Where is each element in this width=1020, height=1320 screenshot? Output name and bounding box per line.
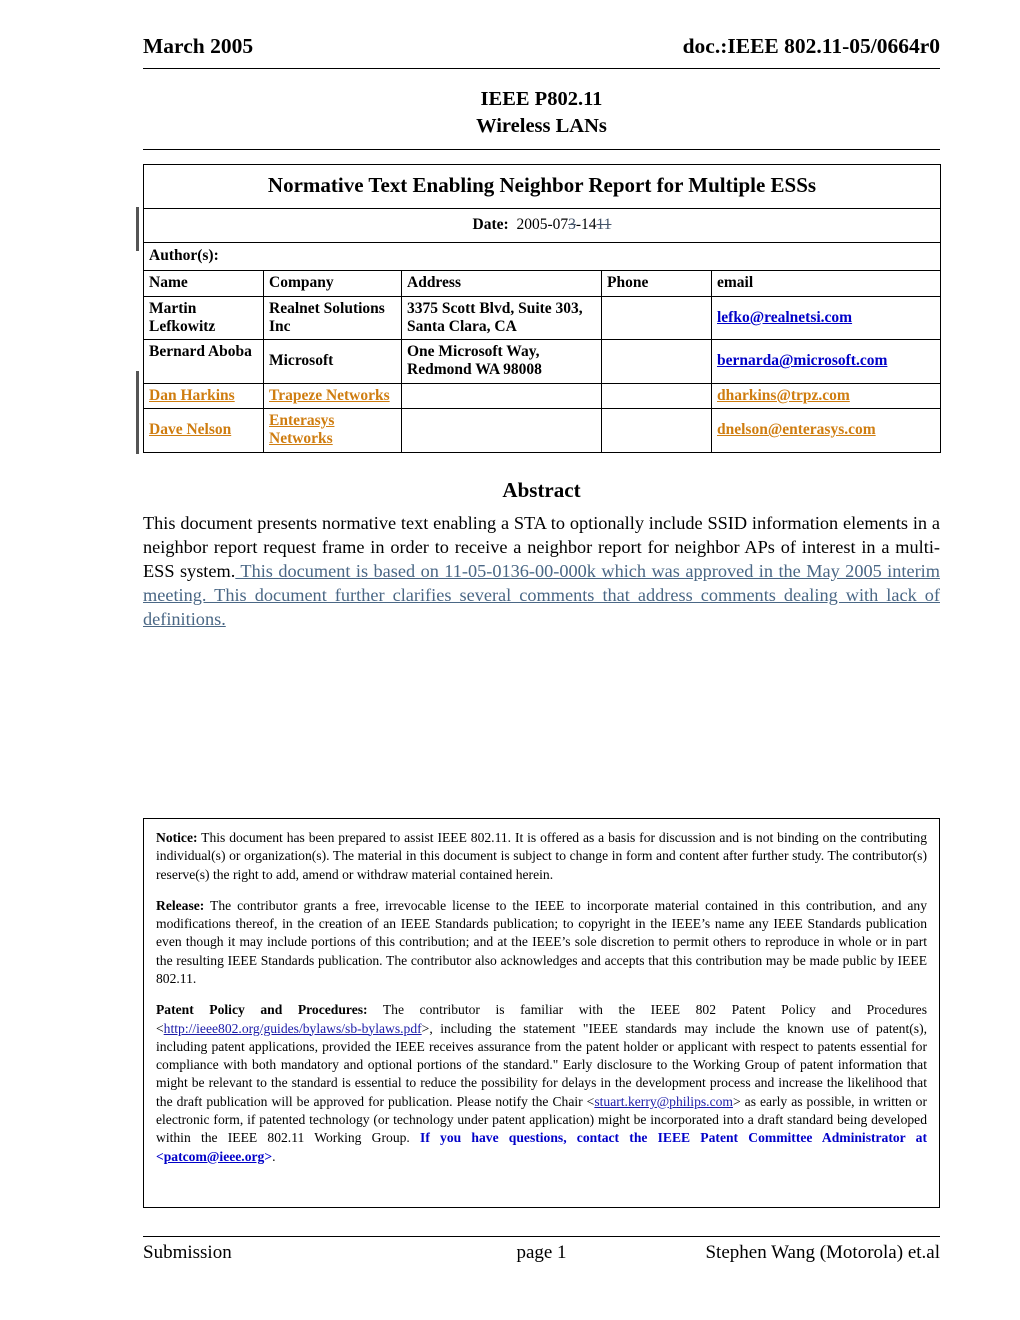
page-title: Normative Text Enabling Neighbor Report …: [142, 164, 942, 209]
date-row: Date: 2005-073-1411: [142, 207, 942, 244]
authors-label: Author(s):: [142, 242, 942, 272]
notice-box: Notice: This document has been prepared …: [143, 818, 940, 1208]
patent-text-part-4: .: [272, 1148, 276, 1164]
running-footer: Submission page 1 Stephen Wang (Motorola…: [143, 1242, 940, 1264]
footer-submission: Submission: [143, 1242, 232, 1263]
author-email-link[interactable]: dharkins@trpz.com: [717, 387, 850, 404]
column-header-company: Company: [263, 270, 402, 297]
author-email-cell: bernarda@microsoft.com: [710, 339, 942, 384]
patent-policy-paragraph: Patent Policy and Procedures: The contri…: [156, 1001, 927, 1166]
column-header-name: Name: [143, 270, 264, 297]
column-header-address: Address: [401, 270, 602, 297]
author-email-link[interactable]: lefko@realnetsi.com: [717, 309, 852, 326]
running-header: March 2005 doc.:IEEE 802.11-05/0664r0: [143, 34, 940, 59]
author-name-inserted: Dave Nelson: [149, 421, 232, 439]
author-company: Realnet Solutions Inc: [263, 295, 402, 341]
date-label: Date:: [472, 215, 509, 233]
standard-divider: [143, 149, 940, 150]
author-address: [401, 382, 602, 410]
patent-policy-label: Patent Policy and Procedures:: [156, 1002, 368, 1018]
header-date: March 2005: [143, 34, 254, 58]
standard-subtitle: Wireless LANs: [476, 115, 607, 138]
table-row: Dan Harkins Trapeze Networks dharkins@tr…: [143, 382, 942, 410]
author-phone: [601, 408, 712, 453]
abstract-body: This document presents normative text en…: [143, 512, 940, 631]
notice-text: This document has been prepared to assis…: [156, 830, 927, 882]
release-paragraph: Release: The contributor grants a free, …: [156, 897, 927, 988]
date-value-kept-2: -14: [575, 215, 597, 233]
title-row: Normative Text Enabling Neighbor Report …: [142, 164, 942, 209]
author-email-link[interactable]: bernarda@microsoft.com: [717, 352, 887, 369]
footer-page-number: page 1: [516, 1242, 567, 1263]
column-header-phone: Phone: [601, 270, 712, 297]
standard-identification: IEEE P802.11 Wireless LANs: [143, 86, 940, 140]
author-company-inserted: Trapeze Networks: [269, 386, 390, 404]
notice-label: Notice:: [156, 830, 198, 845]
patcom-email-link[interactable]: patcom@ieee.org: [164, 1149, 265, 1164]
change-bar-row-dave-nelson: [136, 412, 139, 454]
author-phone: [601, 295, 712, 341]
author-email-cell: lefko@realnetsi.com: [710, 295, 942, 341]
release-label: Release:: [156, 897, 205, 913]
author-name: Dave Nelson: [143, 408, 264, 453]
author-address: One Microsoft Way, Redmond WA 98008: [401, 339, 602, 384]
header-doc-id: doc.:IEEE 802.11-05/0664r0: [682, 34, 940, 58]
author-company: Microsoft: [263, 339, 402, 384]
author-email-cell: dharkins@trpz.com: [710, 382, 942, 410]
author-address: 3375 Scott Blvd, Suite 303, Santa Clara,…: [401, 295, 602, 341]
chair-email-link[interactable]: stuart.kerry@philips.com: [594, 1094, 733, 1109]
date-value-kept-1: 2005-07: [516, 215, 569, 233]
abstract-heading: Abstract: [502, 478, 581, 502]
header-divider: [143, 68, 940, 69]
author-phone: [601, 339, 712, 384]
author-company: Trapeze Networks: [263, 382, 402, 410]
author-name: Dan Harkins: [143, 382, 264, 410]
table-row: Martin Lefkowitz Realnet Solutions Inc 3…: [143, 295, 942, 341]
date-value-struck-1: 3: [568, 215, 576, 233]
authors-label-row: Author(s):: [142, 242, 942, 272]
change-bar-date: [136, 207, 139, 251]
author-phone: [601, 382, 712, 410]
document-meta-table: Normative Text Enabling Neighbor Report …: [142, 164, 942, 453]
table-row: Dave Nelson Enterasys Networks dnelson@e…: [143, 408, 942, 453]
standard-name: IEEE P802.11: [480, 88, 603, 110]
change-bar-row-dan-harkins: [136, 371, 139, 412]
date-cell: Date: 2005-073-1411: [142, 207, 942, 244]
release-text: The contributor grants a free, irrevocab…: [156, 897, 927, 986]
footer-divider: [143, 1236, 940, 1237]
patent-contact-bold-2: >: [264, 1148, 273, 1164]
author-name: Bernard Aboba: [143, 339, 264, 384]
author-email-link[interactable]: dnelson@enterasys.com: [717, 421, 876, 438]
author-email-cell: dnelson@enterasys.com: [710, 408, 942, 453]
column-header-email: email: [710, 270, 942, 297]
authors-header-row: Name Company Address Phone email: [143, 270, 942, 297]
abstract-inserted-text: This document is based on 11-05-0136-00-…: [143, 560, 940, 629]
author-address: [401, 408, 602, 453]
author-company: Enterasys Networks: [263, 408, 402, 453]
date-value-struck-2: 11: [596, 215, 612, 233]
bylaws-pdf-link[interactable]: http://ieee802.org/guides/bylaws/sb-byla…: [164, 1021, 422, 1036]
table-row: Bernard Aboba Microsoft One Microsoft Wa…: [143, 339, 942, 384]
author-company-inserted: Enterasys Networks: [269, 412, 335, 448]
author-name-inserted: Dan Harkins: [149, 386, 235, 404]
document-page: March 2005 doc.:IEEE 802.11-05/0664r0 IE…: [0, 0, 1020, 1320]
notice-paragraph: Notice: This document has been prepared …: [156, 829, 927, 884]
author-name: Martin Lefkowitz: [143, 295, 264, 341]
footer-author: Stephen Wang (Motorola) et.al: [705, 1242, 940, 1263]
